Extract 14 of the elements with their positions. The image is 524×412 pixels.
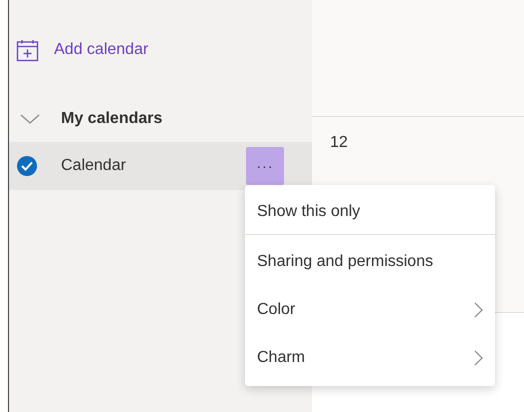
chevron-right-icon (474, 350, 483, 366)
calendar-name: Calendar (61, 156, 127, 176)
calendar-item[interactable]: Calendar ··· (9, 142, 312, 190)
chevron-right-icon (474, 302, 483, 318)
menu-item[interactable]: Color (245, 286, 495, 334)
calendar-add-icon (16, 38, 39, 62)
group-heading: My calendars (61, 109, 162, 129)
menu-item[interactable]: Sharing and permissions (245, 238, 495, 286)
add-calendar-link[interactable]: Add calendar (54, 38, 148, 62)
more-options-button[interactable]: ··· (246, 147, 284, 185)
menu-item[interactable]: Charm (245, 334, 495, 382)
menu-item[interactable]: Show this only (245, 189, 495, 235)
check-circle-icon[interactable] (16, 155, 38, 177)
day-number: 12 (330, 134, 348, 151)
